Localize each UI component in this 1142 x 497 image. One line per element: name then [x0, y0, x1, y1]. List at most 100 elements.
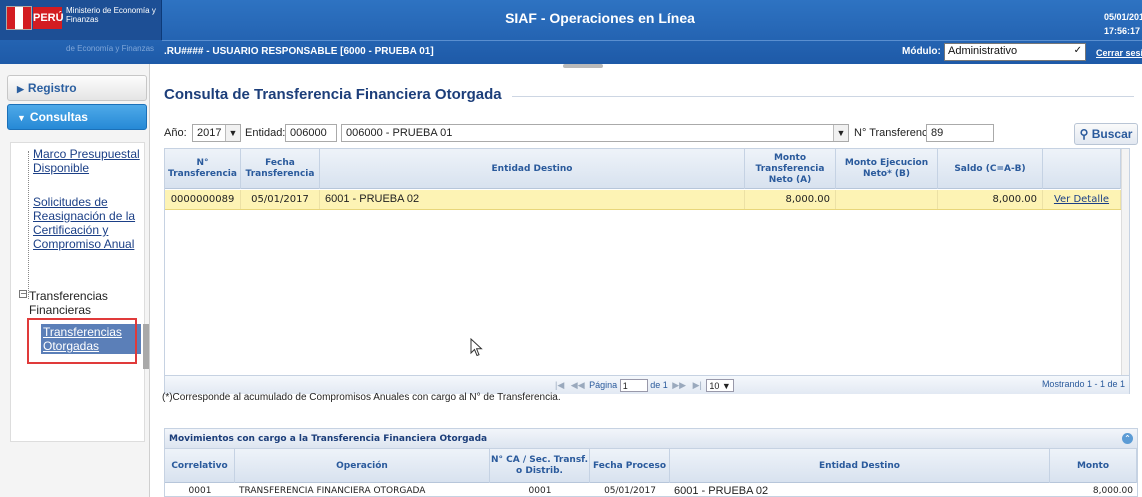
- mouse-cursor-icon: [470, 338, 483, 357]
- app-header: PERÚ Ministerio de Economía y Finanzas d…: [0, 0, 1142, 64]
- sidebar-item-marco-presupuestal[interactable]: Marco Presupuestal Disponible: [33, 147, 141, 175]
- cell-fecha: 05/01/2017: [241, 190, 320, 209]
- app-title: SIAF - Operaciones en Línea: [505, 10, 695, 26]
- cell-correlativo: 0001: [188, 486, 212, 496]
- anio-value: 2017: [197, 127, 222, 139]
- col-monto-transferencia[interactable]: Monto Transferencia Neto (A): [745, 149, 836, 189]
- collapse-panel-icon[interactable]: ⌃: [1122, 433, 1133, 444]
- col-ca-sec[interactable]: N° CA / Sec. Transf. o Distrib.: [490, 449, 590, 483]
- movements-panel: Movimientos con cargo a la Transferencia…: [164, 428, 1138, 497]
- user-label: .RU#### - USUARIO RESPONSABLE [6000 - PR…: [164, 46, 434, 57]
- transfer-grid: N° Transferencia Fecha Transferencia Ent…: [164, 148, 1130, 394]
- logo-peru-text: PERÚ: [33, 7, 64, 29]
- chevron-down-icon: ▼: [225, 125, 240, 141]
- movements-title-text: Movimientos con cargo a la Transferencia…: [169, 434, 488, 444]
- entidad-code-value: 006000: [290, 127, 327, 139]
- cell-mov-monto: 8,000.00: [1092, 486, 1133, 496]
- main-content: Consulta de Transferencia Financiera Oto…: [150, 68, 1142, 497]
- sidebar: ▶ Registro ▼ Consultas Marco Presupuestal …: [0, 64, 150, 497]
- footnote: (*)Corresponde al acumulado de Compromis…: [162, 392, 561, 403]
- chevron-down-icon: ▼: [833, 125, 848, 141]
- chevron-down-icon: ▼: [17, 113, 26, 123]
- collapse-toggle-icon[interactable]: −: [19, 290, 27, 298]
- grid-scrollbar[interactable]: [1121, 149, 1129, 394]
- highlight-box: [27, 318, 137, 364]
- accordion-registro[interactable]: ▶ Registro: [7, 75, 147, 101]
- movements-title: Movimientos con cargo a la Transferencia…: [165, 429, 1137, 449]
- cell-num: 0000000089: [165, 190, 241, 209]
- user-bar: .RU#### - USUARIO RESPONSABLE [6000 - PR…: [162, 40, 1142, 64]
- col-correlativo[interactable]: Correlativo: [165, 449, 235, 483]
- header-time: 17:56:17: [1104, 26, 1141, 36]
- first-page-icon[interactable]: |◀: [555, 380, 564, 390]
- col-fecha-proceso[interactable]: Fecha Proceso: [590, 449, 670, 483]
- logout-link[interactable]: Cerrar sesi: [1096, 48, 1142, 58]
- transferencia-input[interactable]: 89: [926, 124, 994, 142]
- search-icon: ⚲: [1079, 127, 1089, 141]
- page-title: Consulta de Transferencia Financiera Oto…: [164, 86, 502, 103]
- tree-connector: [28, 151, 29, 299]
- logo-subtext: de Economía y Finanzas: [66, 44, 155, 53]
- buscar-button[interactable]: ⚲ Buscar: [1074, 123, 1138, 145]
- page-input[interactable]: 1: [619, 379, 648, 392]
- cell-ejecucion: [836, 190, 938, 209]
- table-row[interactable]: 0001 TRANSFERENCIA FINANCIERA OTORGADA 0…: [165, 484, 1137, 497]
- page-total: de 1: [650, 379, 668, 390]
- page-size-select[interactable]: 10 ▼: [706, 379, 735, 392]
- header-date: 05/01/201: [1104, 12, 1142, 22]
- buscar-label: Buscar: [1091, 127, 1133, 141]
- mef-logo: PERÚ Ministerio de Economía y Finanzas: [0, 0, 162, 40]
- header-datetime: 05/01/201 17:56:17: [1104, 10, 1142, 38]
- accordion-consultas[interactable]: ▼ Consultas: [7, 104, 147, 130]
- cell-mov-entidad: 6001 - PRUEBA 02: [674, 485, 769, 497]
- consultas-tree: Marco Presupuestal Disponible Solicitude…: [10, 142, 145, 442]
- col-mov-entidad-destino[interactable]: Entidad Destino: [670, 449, 1050, 483]
- movements-header: Correlativo Operación N° CA / Sec. Trans…: [165, 449, 1137, 483]
- cell-monto: 8,000.00: [745, 190, 836, 209]
- sidebar-item-solicitudes[interactable]: Solicitudes de Reasignación de la Certif…: [33, 195, 141, 251]
- page-size-value: 10: [709, 381, 720, 391]
- entidad-code-input[interactable]: 006000: [285, 124, 337, 142]
- module-label: Módulo:: [902, 46, 941, 57]
- col-entidad-destino[interactable]: Entidad Destino: [320, 149, 745, 189]
- table-row[interactable]: 0000000089 05/01/2017 6001 - PRUEBA 02 8…: [165, 190, 1129, 210]
- cell-saldo: 8,000.00: [938, 190, 1043, 209]
- entidad-label: Entidad:: [245, 127, 286, 139]
- cell-ca: 0001: [528, 486, 552, 496]
- col-num-transferencia[interactable]: N° Transferencia: [165, 149, 241, 189]
- grid-header: N° Transferencia Fecha Transferencia Ent…: [165, 149, 1129, 189]
- anio-label: Año:: [164, 127, 187, 139]
- page-label: Página: [589, 379, 618, 390]
- peru-flag-icon: [6, 6, 32, 30]
- anio-select[interactable]: 2017 ▼: [192, 124, 241, 142]
- col-saldo[interactable]: Saldo (C=A-B): [938, 149, 1043, 189]
- accordion-registro-label: Registro: [27, 81, 77, 95]
- last-page-icon[interactable]: ▶|: [693, 380, 702, 390]
- col-actions: [1043, 149, 1121, 189]
- cell-entidad: 6001 - PRUEBA 02: [320, 190, 745, 209]
- filter-bar: Año: 2017 ▼ Entidad: 006000 006000 - PRU…: [164, 123, 1138, 145]
- title-divider: [512, 96, 1134, 97]
- module-select[interactable]: Administrativo ✓: [944, 43, 1086, 61]
- pager-nav: |◀ ◀◀ Página 1 de 1 ▶▶ ▶| 10 ▼: [553, 379, 735, 392]
- sidebar-scrollbar[interactable]: [143, 324, 149, 369]
- ver-detalle-link[interactable]: Ver Detalle: [1043, 190, 1121, 209]
- transferencia-value: 89: [931, 127, 944, 139]
- col-fecha-transferencia[interactable]: Fecha Transferencia: [241, 149, 320, 189]
- entidad-name-value: 006000 - PRUEBA 01: [346, 127, 453, 139]
- prev-page-icon[interactable]: ◀◀: [571, 380, 585, 390]
- col-operacion[interactable]: Operación: [235, 449, 490, 483]
- cell-fecha-proceso: 05/01/2017: [604, 486, 656, 496]
- accordion-consultas-label: Consultas: [29, 110, 88, 124]
- col-mov-monto[interactable]: Monto: [1050, 449, 1137, 483]
- sidebar-item-transferencias-financieras[interactable]: Transferencias Financieras: [29, 289, 129, 317]
- module-value: Administrativo: [948, 45, 1018, 57]
- next-page-icon[interactable]: ▶▶: [672, 380, 686, 390]
- chevron-down-icon: ✓: [1073, 45, 1082, 56]
- entidad-select[interactable]: 006000 - PRUEBA 01 ▼: [341, 124, 849, 142]
- chevron-right-icon: ▶: [17, 84, 24, 94]
- logo-ministry-text: Ministerio de Economía y Finanzas: [66, 6, 156, 24]
- pager-showing: Mostrando 1 - 1 de 1: [1041, 379, 1125, 389]
- cell-operacion: TRANSFERENCIA FINANCIERA OTORGADA: [239, 486, 426, 496]
- col-monto-ejecucion[interactable]: Monto Ejecucion Neto* (B): [836, 149, 938, 189]
